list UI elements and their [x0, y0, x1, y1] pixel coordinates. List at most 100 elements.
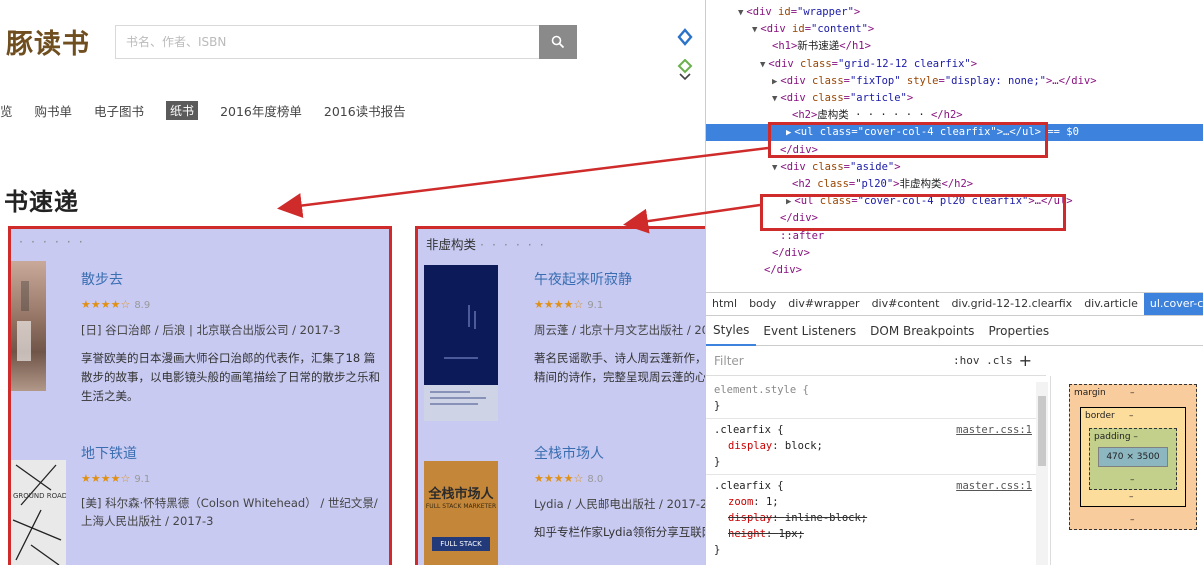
- styles-filter-input[interactable]: Filter: [706, 354, 953, 368]
- diamond-icon[interactable]: [676, 28, 696, 49]
- book-description: 著名民谣歌手、诗人周云蓬新作，精间的诗作，完整呈现周云蓬的心灵成: [534, 351, 706, 384]
- collapse-triangle-icon[interactable]: ▶: [772, 77, 777, 87]
- cover-band: FULL STACK: [432, 537, 490, 551]
- crumb-wrapper[interactable]: div#wrapper: [782, 293, 865, 315]
- book-title[interactable]: 全栈市场人: [534, 443, 705, 463]
- book-rating: ★★★★☆ 9.1: [81, 472, 386, 485]
- book-rating: ★★★★☆ 8.0: [534, 472, 705, 485]
- nonfiction-heading: 非虚构类 · · · · · ·: [426, 237, 546, 252]
- nav-item-ebooks[interactable]: 电子图书: [94, 101, 144, 120]
- styles-scrollbar[interactable]: [1036, 382, 1048, 565]
- expand-triangle-icon[interactable]: ▼: [752, 25, 757, 35]
- book-info: 午夜起来听寂静 ★★★★☆ 9.1 周云蓬 / 北京十月文艺出版社 / 2017 …: [534, 269, 706, 387]
- rule-clearfix-2[interactable]: .clearfix { master.css:1 zoom: 1; displa…: [714, 478, 1034, 558]
- box-margin[interactable]: margin – – border – – padding – – 470 × …: [1069, 384, 1197, 530]
- book-title[interactable]: 地下铁道: [81, 443, 386, 463]
- rating-stars: ★★★★☆: [534, 472, 584, 485]
- dom-node[interactable]: <h1>新书速递</h1>: [706, 38, 1203, 55]
- rating-score: 8.9: [134, 300, 151, 311]
- box-content-size[interactable]: 470 × 3500: [1098, 447, 1168, 467]
- rule-declaration[interactable]: zoom: 1;: [714, 494, 1034, 510]
- rule-source-link[interactable]: master.css:1: [956, 478, 1032, 494]
- website-viewport: 豚读书 览 购书单 电子图书 纸书 2016年度榜单 2016读书报告 书速递 …: [0, 0, 706, 565]
- rating-score: 8.0: [587, 474, 604, 485]
- rule-divider: [706, 418, 1036, 419]
- hov-cls-toggles[interactable]: :hov .cls: [953, 354, 1013, 367]
- crumb-article[interactable]: div.article: [1078, 293, 1144, 315]
- dom-node[interactable]: ▼ <div class="article">: [706, 90, 1203, 107]
- tab-dom-breakpoints[interactable]: DOM Breakpoints: [863, 317, 981, 345]
- book-cover[interactable]: 全栈市场人 FULL STACK MARKETER FULL STACK: [424, 461, 498, 565]
- nav-item-browse[interactable]: 览: [0, 101, 13, 120]
- section-title: 书速递: [4, 188, 79, 216]
- rule-clearfix-1[interactable]: .clearfix { master.css:1 display: block;…: [714, 422, 1034, 470]
- rule-source-link[interactable]: master.css:1: [956, 422, 1032, 438]
- crumb-ul-selected[interactable]: ul.cover-col-4.clearfix: [1143, 293, 1203, 315]
- expand-triangle-icon[interactable]: ▼: [760, 60, 765, 70]
- nav-item-2016-report[interactable]: 2016读书报告: [324, 101, 406, 120]
- dom-node[interactable]: <h2 class="pl20">非虚构类</h2>: [706, 176, 1203, 193]
- book-item[interactable]: 午夜起来听寂静 ★★★★☆ 9.1 周云蓬 / 北京十月文艺出版社 / 2017 …: [418, 261, 706, 431]
- box-padding[interactable]: padding – – 470 × 3500: [1089, 428, 1177, 490]
- rule-declaration-overridden[interactable]: display: inline-block;: [714, 510, 1034, 526]
- tab-styles[interactable]: Styles: [706, 316, 757, 346]
- expand-triangle-icon[interactable]: ▼: [772, 94, 777, 104]
- rating-stars: ★★★★☆: [81, 298, 131, 311]
- nav-item-2016-ranking[interactable]: 2016年度榜单: [220, 101, 302, 120]
- nav-item-paper-books[interactable]: 纸书: [166, 100, 199, 120]
- rating-stars: ★★★★☆: [81, 472, 131, 485]
- rating-stars: ★★★★☆: [534, 298, 584, 311]
- search-box[interactable]: [115, 25, 540, 59]
- book-cover[interactable]: [11, 261, 46, 391]
- rule-declaration[interactable]: display: block;: [714, 438, 1034, 454]
- crumb-grid[interactable]: div.grid-12-12.clearfix: [945, 293, 1078, 315]
- nav-item-booklist[interactable]: 购书单: [35, 101, 73, 120]
- rule-declaration-overridden[interactable]: height: 1px;: [714, 526, 1034, 542]
- site-logo[interactable]: 豚读书: [6, 22, 90, 61]
- crumb-body[interactable]: body: [743, 293, 782, 315]
- cover-text: GROUND ROAD: [13, 492, 66, 500]
- rule-close: }: [714, 544, 721, 556]
- book-title[interactable]: 午夜起来听寂静: [534, 269, 705, 289]
- expand-triangle-icon[interactable]: ▼: [738, 8, 743, 18]
- rating-score: 9.1: [587, 300, 604, 311]
- book-cover[interactable]: [424, 265, 498, 421]
- dom-node[interactable]: </div>: [706, 245, 1203, 262]
- side-icons: [676, 28, 696, 94]
- crumb-html[interactable]: html: [706, 293, 743, 315]
- dom-breadcrumbs: html body div#wrapper div#content div.gr…: [706, 292, 1203, 316]
- expand-triangle-icon[interactable]: ▼: [772, 163, 777, 173]
- search-button[interactable]: [539, 25, 577, 59]
- arrows-icon[interactable]: [676, 58, 696, 84]
- book-item[interactable]: 散步去 ★★★★☆ 8.9 [日] 谷口治郎 / 后浪 | 北京联合出版公司 / …: [11, 261, 389, 421]
- book-item[interactable]: 全栈市场人 FULL STACK MARKETER FULL STACK 全栈市…: [418, 435, 706, 565]
- book-info: 地下铁道 ★★★★☆ 9.1 [美] 科尔森·怀特黑德（Colson Whiteh…: [81, 443, 386, 530]
- book-meta: Lydia / 人民邮电出版社 / 2017-2-1: [534, 497, 706, 511]
- dom-node[interactable]: ▼ <div id="content">: [706, 21, 1203, 38]
- search-input[interactable]: [116, 26, 539, 58]
- book-info: 散步去 ★★★★☆ 8.9 [日] 谷口治郎 / 后浪 | 北京联合出版公司 / …: [81, 269, 386, 406]
- book-description: 知乎专栏作家Lydia领衔分享互联网: [534, 525, 706, 539]
- dom-node[interactable]: ▼ <div class="grid-12-12 clearfix">: [706, 56, 1203, 73]
- book-meta: 周云蓬 / 北京十月文艺出版社 / 2017: [534, 323, 706, 337]
- book-cover[interactable]: GROUND ROAD: [11, 460, 66, 565]
- rule-selector: element.style {: [714, 384, 809, 396]
- scrollbar-thumb[interactable]: [1038, 396, 1046, 466]
- add-rule-button[interactable]: +: [1019, 351, 1032, 370]
- fiction-panel-highlight: · · · · · · 散步去 ★★★★☆ 8.9 [日] 谷口治郎 / 后浪 |…: [8, 226, 392, 565]
- crumb-content[interactable]: div#content: [866, 293, 946, 315]
- tab-event-listeners[interactable]: Event Listeners: [756, 317, 863, 345]
- tab-properties[interactable]: Properties: [981, 317, 1056, 345]
- dom-node[interactable]: ▶ <div class="fixTop" style="display: non…: [706, 73, 1203, 90]
- rule-element-style[interactable]: element.style { }: [714, 382, 1034, 414]
- dom-node[interactable]: ▼ <div id="wrapper">: [706, 4, 1203, 21]
- book-rating: ★★★★☆ 8.9: [81, 298, 386, 311]
- box-border[interactable]: border – – padding – – 470 × 3500: [1080, 407, 1186, 507]
- cover-title: 全栈市场人: [428, 487, 494, 502]
- styles-filter-row: Filter :hov .cls +: [706, 346, 1046, 376]
- book-item[interactable]: GROUND ROAD 地下铁道 ★★★★☆ 9.1 [美] 科尔森·怀特黑德（C…: [11, 435, 389, 565]
- dom-node[interactable]: </div>: [706, 262, 1203, 279]
- book-title[interactable]: 散步去: [81, 269, 386, 289]
- site-nav: 览 购书单 电子图书 纸书 2016年度榜单 2016读书报告: [0, 100, 428, 120]
- dom-node[interactable]: ▼ <div class="aside">: [706, 159, 1203, 176]
